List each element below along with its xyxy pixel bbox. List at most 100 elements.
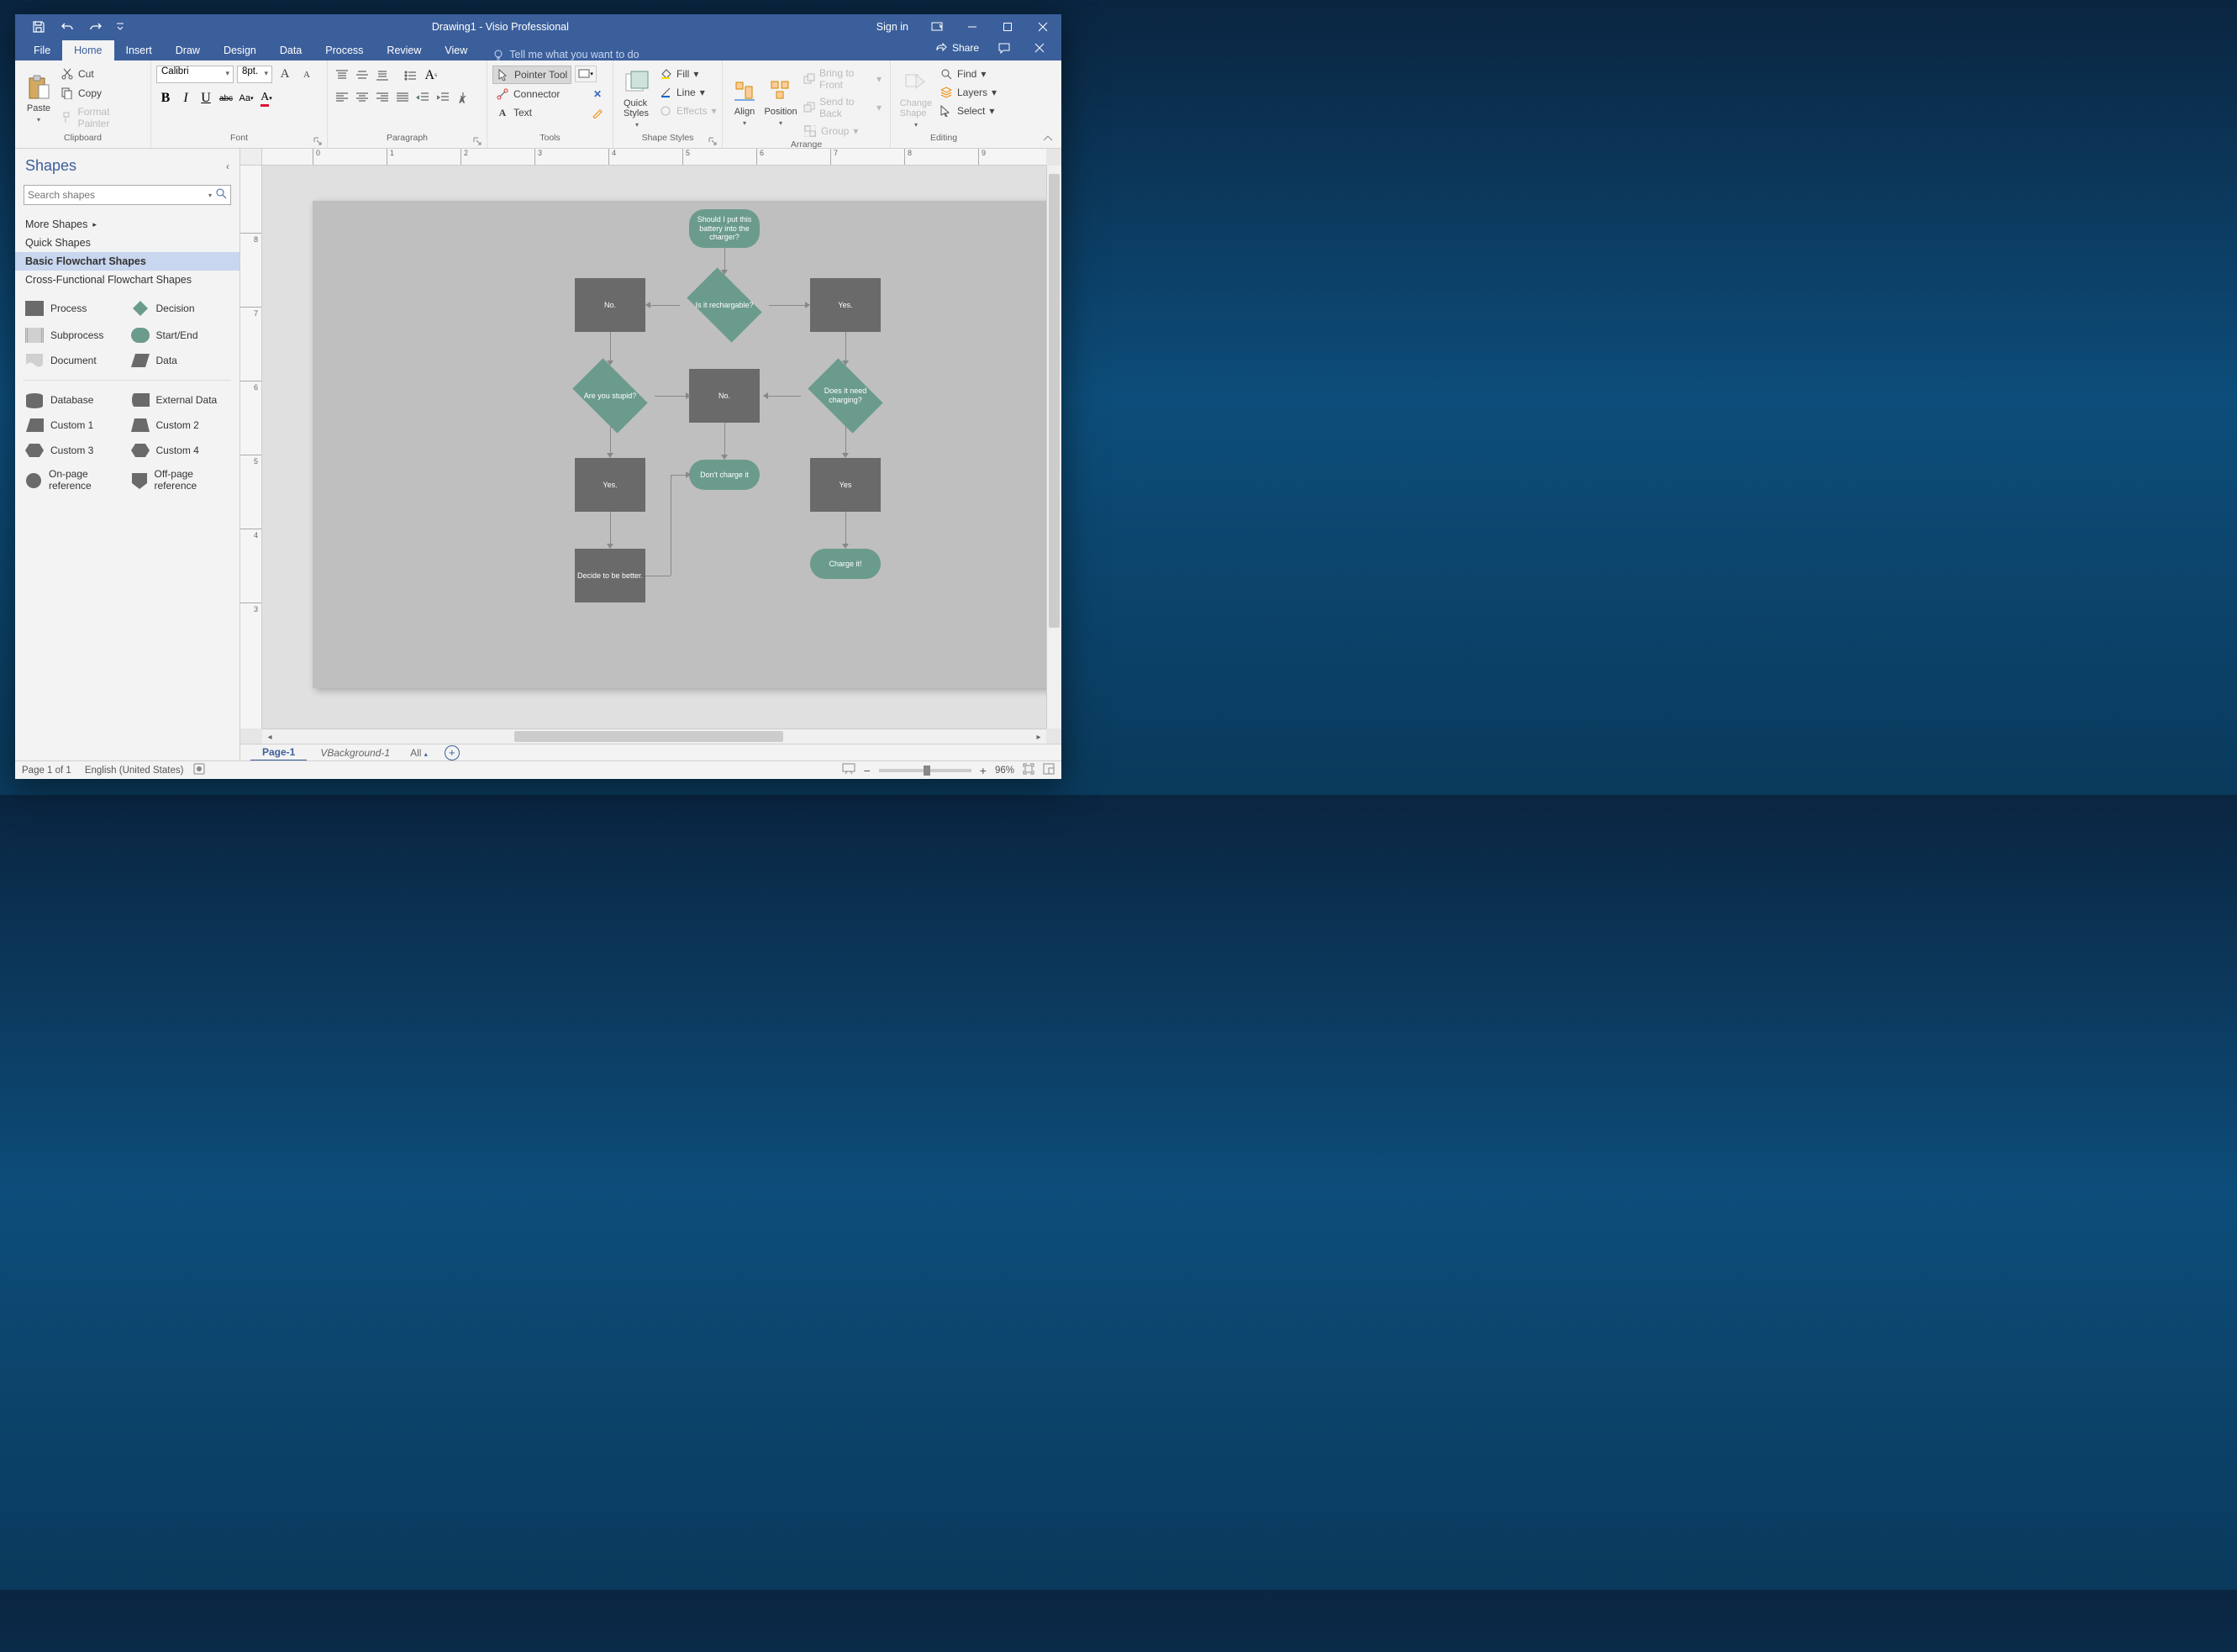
change-shape-button[interactable]: Change Shape▾: [896, 64, 936, 133]
rectangle-tool-button[interactable]: ▾: [575, 66, 597, 82]
shapes-search-box[interactable]: ▾: [24, 185, 231, 205]
save-icon[interactable]: [30, 18, 47, 35]
drawing-canvas[interactable]: Should I put this battery into the charg…: [262, 166, 1046, 729]
strikethrough-button[interactable]: abc: [217, 90, 235, 107]
connector-tool-button[interactable]: Connector ✕: [492, 86, 608, 103]
flowchart-start[interactable]: Should I put this battery into the charg…: [689, 209, 760, 248]
paste-button[interactable]: Paste▾: [20, 64, 57, 133]
stencil-quick-shapes[interactable]: Quick Shapes: [15, 234, 239, 252]
status-language[interactable]: English (United States): [85, 765, 184, 776]
shape-decision[interactable]: Decision: [129, 297, 232, 319]
decrease-indent-icon[interactable]: [413, 89, 432, 106]
shape-process[interactable]: Process: [24, 297, 126, 319]
redo-icon[interactable]: [87, 18, 104, 35]
search-dropdown-icon[interactable]: ▾: [208, 192, 212, 199]
italic-button[interactable]: I: [176, 90, 195, 107]
macro-record-icon[interactable]: [193, 763, 205, 777]
shape-custom1[interactable]: Custom 1: [24, 416, 126, 434]
cut-button[interactable]: Cut: [57, 66, 145, 82]
shape-subprocess[interactable]: Subprocess: [24, 326, 126, 345]
qat-customize-icon[interactable]: [116, 18, 124, 35]
paragraph-dialog-launcher[interactable]: [473, 134, 483, 145]
zoom-slider[interactable]: [879, 769, 971, 772]
tab-file[interactable]: File: [22, 40, 62, 61]
scrollbar-thumb-h[interactable]: [514, 731, 783, 742]
tab-review[interactable]: Review: [375, 40, 433, 61]
align-button[interactable]: Align▾: [728, 64, 761, 139]
tab-view[interactable]: View: [433, 40, 479, 61]
format-painter-button[interactable]: Format Painter: [57, 104, 145, 131]
justify-icon[interactable]: [393, 89, 412, 106]
underline-button[interactable]: U: [197, 90, 215, 107]
grow-font-icon[interactable]: A: [276, 66, 294, 83]
close-ribbon-icon[interactable]: [1026, 35, 1053, 61]
stencil-basic-flowchart[interactable]: Basic Flowchart Shapes: [15, 252, 239, 271]
shape-document[interactable]: Document: [24, 351, 126, 370]
align-top-icon[interactable]: [333, 67, 351, 84]
fit-page-icon[interactable]: [1023, 763, 1034, 777]
vertical-scrollbar[interactable]: [1046, 166, 1061, 729]
zoom-in-button[interactable]: +: [980, 764, 987, 777]
font-size-combo[interactable]: 8pt.: [237, 66, 272, 83]
zoom-slider-thumb[interactable]: [924, 765, 930, 776]
shape-custom2[interactable]: Custom 2: [129, 416, 232, 434]
scrollbar-thumb[interactable]: [1049, 174, 1060, 628]
text-size-icon[interactable]: A⁵: [422, 67, 440, 84]
status-page[interactable]: Page 1 of 1: [22, 765, 71, 776]
search-icon[interactable]: [215, 187, 227, 203]
shape-data[interactable]: Data: [129, 351, 232, 370]
increase-indent-icon[interactable]: [434, 89, 452, 106]
pan-zoom-window-icon[interactable]: [1043, 763, 1055, 777]
shape-custom3[interactable]: Custom 3: [24, 441, 126, 460]
flowchart-decision-need-charging[interactable]: Does it need charging?: [801, 366, 890, 426]
bring-to-front-button[interactable]: Bring to Front ▾: [800, 66, 885, 92]
pointer-tool-button[interactable]: Pointer Tool: [492, 66, 571, 84]
zoom-level[interactable]: 96%: [995, 765, 1014, 776]
tab-design[interactable]: Design: [212, 40, 268, 61]
font-color-button[interactable]: A▾: [257, 90, 276, 107]
tab-draw[interactable]: Draw: [164, 40, 212, 61]
shapes-search-input[interactable]: [28, 189, 208, 201]
font-dialog-launcher[interactable]: [313, 134, 324, 145]
add-page-button[interactable]: +: [445, 745, 460, 760]
shape-start-end[interactable]: Start/End: [129, 326, 232, 345]
tell-me-search[interactable]: Tell me what you want to do: [492, 49, 639, 61]
page-tab-background[interactable]: VBackground-1: [308, 745, 402, 760]
collapse-ribbon-icon[interactable]: [1043, 133, 1055, 145]
send-to-back-button[interactable]: Send to Back ▾: [800, 94, 885, 121]
rotate-text-icon[interactable]: A: [454, 89, 472, 106]
comments-icon[interactable]: [991, 35, 1018, 61]
horizontal-scrollbar[interactable]: ◂ ▸: [262, 729, 1046, 744]
page-tab-all[interactable]: All ▴: [403, 745, 434, 760]
flowchart-yes1[interactable]: Yes.: [810, 278, 881, 332]
more-shapes-link[interactable]: More Shapes ▸: [15, 215, 239, 234]
shape-styles-dialog-launcher[interactable]: [708, 134, 718, 145]
flowchart-yes2[interactable]: Yes.: [575, 458, 645, 512]
flowchart-decision-stupid[interactable]: Are you stupid?: [566, 366, 655, 426]
flowchart-dont-charge[interactable]: Don't charge it: [689, 460, 760, 490]
tab-process[interactable]: Process: [313, 40, 375, 61]
line-button[interactable]: Line ▾: [655, 84, 720, 101]
shape-database[interactable]: Database: [24, 391, 126, 409]
flowchart-decide[interactable]: Decide to be better.: [575, 549, 645, 602]
layers-button[interactable]: Layers ▾: [936, 84, 1000, 101]
quick-styles-button[interactable]: Quick Styles▾: [618, 64, 655, 133]
align-bottom-icon[interactable]: [373, 67, 392, 84]
presentation-mode-icon[interactable]: [842, 763, 855, 777]
ink-tool-icon[interactable]: [591, 106, 604, 119]
page-tab-1[interactable]: Page-1: [250, 744, 307, 761]
share-button[interactable]: Share: [932, 40, 982, 55]
flowchart-decision-rechargable[interactable]: Is it rechargable?: [680, 275, 769, 335]
bullets-icon[interactable]: [402, 67, 420, 84]
zoom-out-button[interactable]: −: [864, 764, 871, 777]
fill-button[interactable]: Fill ▾: [655, 66, 720, 82]
shrink-font-icon[interactable]: A: [297, 66, 316, 83]
collapse-shapes-icon[interactable]: ‹: [226, 160, 229, 172]
tab-home[interactable]: Home: [62, 40, 113, 61]
flowchart-charge-it[interactable]: Charge it!: [810, 549, 881, 579]
flowchart-no1[interactable]: No.: [575, 278, 645, 332]
shape-custom4[interactable]: Custom 4: [129, 441, 232, 460]
stencil-cross-functional[interactable]: Cross-Functional Flowchart Shapes: [15, 271, 239, 289]
tab-insert[interactable]: Insert: [114, 40, 164, 61]
flowchart-yes3[interactable]: Yes: [810, 458, 881, 512]
